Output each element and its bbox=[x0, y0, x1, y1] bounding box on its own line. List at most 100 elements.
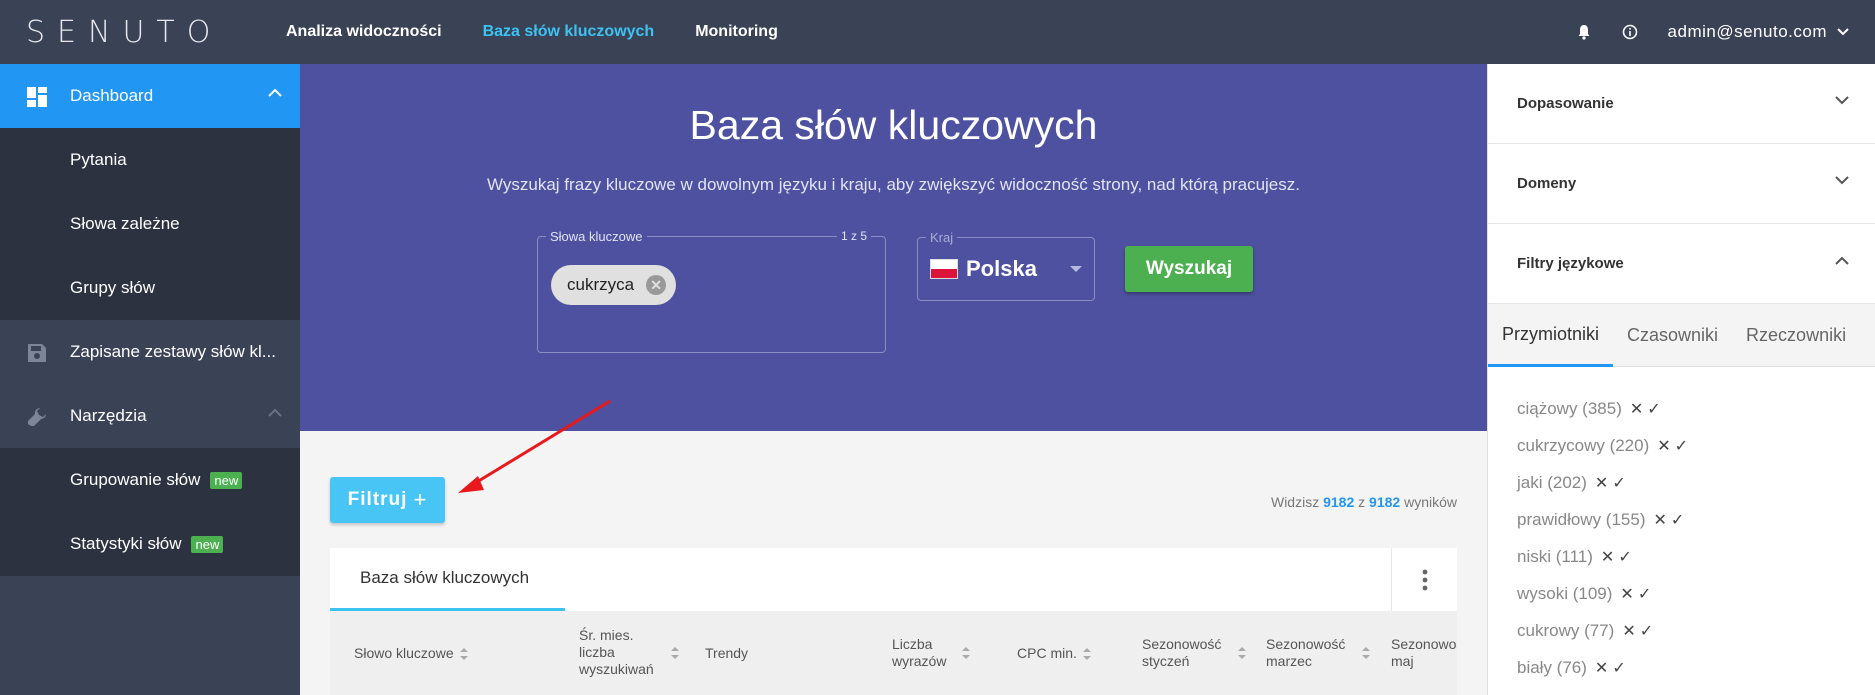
chevron-up-icon bbox=[268, 408, 282, 417]
wrench-icon bbox=[26, 406, 48, 428]
results-mid: z bbox=[1358, 494, 1366, 510]
include-icon[interactable]: ✓ bbox=[1675, 436, 1688, 456]
country-name: Polska bbox=[966, 256, 1037, 281]
tab-rzeczowniki[interactable]: Rzeczowniki bbox=[1732, 304, 1860, 367]
sidebar-item-narzedzia[interactable]: Narzędzia bbox=[0, 384, 300, 448]
exclude-icon[interactable]: ✕ bbox=[1595, 658, 1608, 678]
column-header[interactable]: Trendy bbox=[705, 645, 748, 662]
list-item: biały (76) ✕ ✓ bbox=[1517, 649, 1875, 686]
include-icon[interactable]: ✓ bbox=[1638, 584, 1651, 604]
filter-label: wysoki (109) bbox=[1517, 583, 1613, 603]
caret-down-icon bbox=[1070, 266, 1082, 272]
page-subtitle: Wyszukaj frazy kluczowe w dowolnym język… bbox=[487, 175, 1300, 194]
top-navbar: SENUTO Analiza widoczności Baza słów klu… bbox=[0, 0, 1875, 64]
filter-label: cukrowy (77) bbox=[1517, 620, 1615, 640]
sidebar-item-zapisane-zestawy[interactable]: Zapisane zestawy słów kl... bbox=[0, 320, 300, 384]
include-icon[interactable]: ✓ bbox=[1647, 399, 1660, 419]
include-icon[interactable]: ✓ bbox=[1671, 510, 1684, 530]
list-item: ciążowy (385) ✕ ✓ bbox=[1517, 390, 1875, 427]
bell-icon[interactable] bbox=[1576, 24, 1592, 40]
country-select[interactable]: Kraj Polska bbox=[917, 230, 1095, 301]
exclude-icon[interactable]: ✕ bbox=[1601, 547, 1614, 567]
sort-icon bbox=[459, 647, 468, 660]
sidebar-item-slowa-zalezne[interactable]: Słowa zależne bbox=[0, 192, 300, 256]
info-icon[interactable] bbox=[1622, 24, 1638, 40]
keywords-input[interactable]: Słowa kluczowe 1 z 5 cukrzyca ✕ bbox=[537, 229, 886, 353]
nav-baza-slow-kluczowych[interactable]: Baza słów kluczowych bbox=[483, 23, 655, 41]
column-header[interactable]: Śr. mies. liczba wyszukiwań bbox=[579, 627, 679, 678]
chevron-up-icon bbox=[1835, 256, 1849, 265]
tab-przymiotniki[interactable]: Przymiotniki bbox=[1488, 304, 1614, 367]
filter-label: prawidłowy (155) bbox=[1517, 509, 1646, 529]
filter-button[interactable]: Filtruj + bbox=[330, 477, 445, 523]
keyword-chip[interactable]: cukrzyca ✕ bbox=[551, 265, 677, 305]
column-header[interactable]: Słowo kluczowe bbox=[354, 645, 468, 662]
accordion-dopasowanie[interactable]: Dopasowanie bbox=[1488, 64, 1875, 144]
tab-czasowniki[interactable]: Czasowniki bbox=[1613, 304, 1732, 367]
accordion-filtry-jezykowe[interactable]: Filtry językowe bbox=[1488, 224, 1875, 304]
user-menu[interactable]: admin@senuto.com bbox=[1668, 22, 1849, 42]
column-header[interactable]: Liczba wyrazów bbox=[892, 636, 982, 670]
column-header[interactable]: Sezonowość maj bbox=[1391, 636, 1457, 670]
exclude-icon[interactable]: ✕ bbox=[1622, 621, 1635, 641]
sidebar-item-dashboard[interactable]: Dashboard bbox=[0, 64, 300, 128]
chevron-down-icon bbox=[1835, 176, 1849, 185]
page-title: Baza słów kluczowych bbox=[689, 102, 1098, 148]
list-item: cukrzycowy (220) ✕ ✓ bbox=[1517, 427, 1875, 464]
column-header[interactable]: Sezonowość styczeń bbox=[1142, 636, 1252, 670]
nav-monitoring[interactable]: Monitoring bbox=[695, 23, 778, 41]
poland-flag-icon bbox=[930, 259, 958, 279]
accordion-domeny[interactable]: Domeny bbox=[1488, 144, 1875, 224]
chevron-down-icon bbox=[1835, 96, 1849, 105]
keywords-table-panel: Baza słów kluczowych Słowo kluczowe Śr. … bbox=[330, 548, 1457, 695]
search-button[interactable]: Wyszukaj bbox=[1125, 246, 1253, 292]
column-label: Śr. mies. liczba wyszukiwań bbox=[579, 627, 654, 677]
exclude-icon[interactable]: ✕ bbox=[1620, 584, 1633, 604]
column-label: Słowo kluczowe bbox=[354, 645, 454, 661]
language-filter-tabs: Przymiotniki Czasowniki Rzeczowniki bbox=[1488, 304, 1875, 367]
tab-baza-slow[interactable]: Baza słów kluczowych bbox=[330, 548, 565, 611]
user-email: admin@senuto.com bbox=[1667, 22, 1827, 41]
filter-label: biały (76) bbox=[1517, 657, 1587, 677]
country-label: Kraj bbox=[926, 230, 958, 245]
sidebar-item-label: Grupowanie słów bbox=[70, 470, 201, 489]
sidebar-item-label: Dashboard bbox=[70, 86, 154, 105]
keyword-chip-label: cukrzyca bbox=[567, 275, 635, 294]
include-icon[interactable]: ✓ bbox=[1612, 658, 1625, 678]
column-header[interactable]: Sezonowość marzec bbox=[1266, 636, 1376, 670]
column-header[interactable]: CPC min. bbox=[1017, 645, 1091, 662]
exclude-icon[interactable]: ✕ bbox=[1595, 473, 1608, 493]
sidebar-item-grupowanie-slow[interactable]: Grupowanie słów new bbox=[0, 448, 300, 512]
exclude-icon[interactable]: ✕ bbox=[1654, 510, 1667, 530]
exclude-icon[interactable]: ✕ bbox=[1630, 399, 1643, 419]
include-icon[interactable]: ✓ bbox=[1640, 621, 1653, 641]
more-vertical-icon[interactable] bbox=[1391, 548, 1457, 611]
country-value: Polska bbox=[930, 256, 1037, 282]
keywords-count: 1 z 5 bbox=[836, 229, 871, 243]
filter-label: jaki (202) bbox=[1517, 472, 1587, 492]
sort-icon bbox=[671, 646, 679, 659]
nav-analiza-widocznosci[interactable]: Analiza widoczności bbox=[286, 23, 442, 41]
include-icon[interactable]: ✓ bbox=[1612, 473, 1625, 493]
adjective-filter-list: ciążowy (385) ✕ ✓ cukrzycowy (220) ✕ ✓ j… bbox=[1488, 367, 1875, 686]
chevron-up-icon bbox=[268, 88, 282, 97]
sidebar-item-grupy-slow[interactable]: Grupy słów bbox=[0, 256, 300, 320]
sidebar-item-pytania[interactable]: Pytania bbox=[0, 128, 300, 192]
search-hero: Baza słów kluczowych Wyszukaj frazy kluc… bbox=[300, 64, 1487, 431]
list-item: niski (111) ✕ ✓ bbox=[1517, 538, 1875, 575]
list-item: wysoki (109) ✕ ✓ bbox=[1517, 575, 1875, 612]
senuto-logo[interactable]: SENUTO bbox=[26, 12, 222, 52]
filters-panel: Dopasowanie Domeny Filtry językowe Przym… bbox=[1487, 64, 1875, 695]
sidebar-item-statystyki-slow[interactable]: Statystyki słów new bbox=[0, 512, 300, 576]
results-total: 9182 bbox=[1369, 494, 1401, 510]
accordion-label: Filtry językowe bbox=[1517, 255, 1624, 272]
close-icon[interactable]: ✕ bbox=[646, 275, 667, 295]
filter-label: ciążowy (385) bbox=[1517, 398, 1622, 418]
sidebar-item-label: Grupy słów bbox=[70, 278, 156, 297]
include-icon[interactable]: ✓ bbox=[1618, 547, 1631, 567]
column-label: Sezonowość marzec bbox=[1266, 636, 1346, 669]
sidebar-item-label: Narzędzia bbox=[70, 406, 147, 425]
exclude-icon[interactable]: ✕ bbox=[1657, 436, 1670, 456]
column-label: Liczba wyrazów bbox=[892, 636, 947, 669]
filter-label: cukrzycowy (220) bbox=[1517, 435, 1650, 455]
